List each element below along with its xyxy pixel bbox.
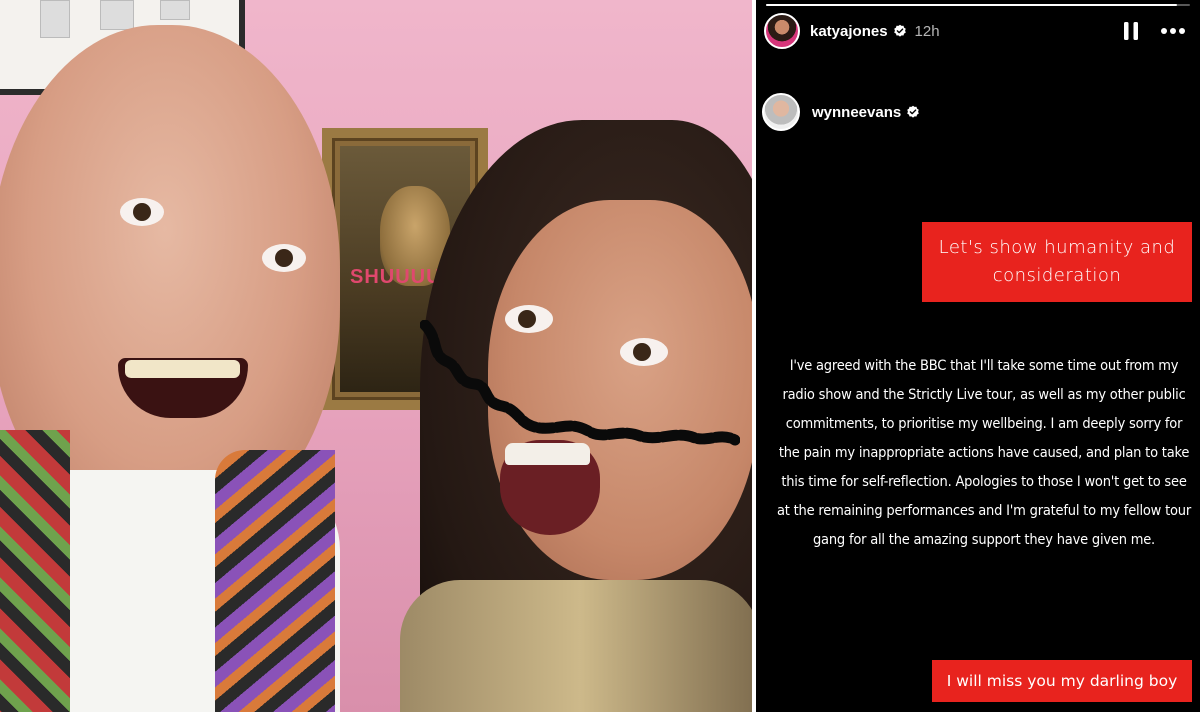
mention-tag[interactable]: wynneevans [762,92,920,132]
man-right-eye [262,244,306,272]
story-progress-fill [766,4,1178,6]
author-avatar[interactable] [764,13,800,49]
more-options-button[interactable] [1156,16,1190,46]
story-header: katyajones 12h [764,8,1194,54]
more-options-icon [1161,28,1185,34]
man-jacket-left [0,430,70,712]
story-progress-bar [766,4,1190,6]
pause-icon [1124,22,1138,40]
caption-bottom: I will miss you my darling boy [932,660,1192,702]
selfie-photo: SHUUUUUSH [0,0,752,712]
caption-top: Let's show humanity and consideration [922,222,1192,302]
man-jacket-right [215,450,335,712]
mention-avatar[interactable] [762,93,800,131]
verified-badge-icon [893,24,906,37]
mention-username[interactable]: wynneevans [812,104,901,121]
story-timestamp: 12h [914,22,940,40]
man-left-eye [120,198,164,226]
pause-button[interactable] [1116,16,1146,46]
man-teeth [125,360,240,378]
instagram-story: katyajones 12h wynneevans Let's show hum… [756,0,1200,712]
verified-badge-icon [907,105,919,118]
woman-sequin-dress [400,580,752,712]
author-username[interactable]: katyajones [810,23,888,40]
statement-text: I've agreed with the BBC that I'll take … [777,358,1191,548]
drawn-moustache-sticker [420,320,740,446]
